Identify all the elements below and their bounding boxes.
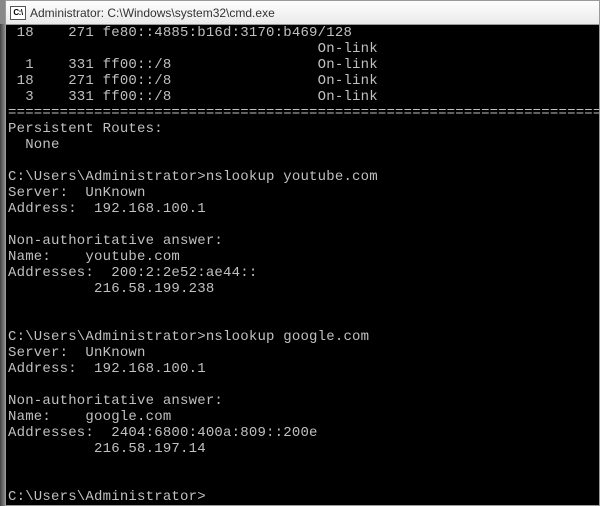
titlebar[interactable]: C:\ Administrator: C:\Windows\system32\c… [6, 1, 599, 25]
cmd-icon: C:\ [10, 6, 26, 20]
cmd-window: C:\ Administrator: C:\Windows\system32\c… [5, 0, 600, 506]
window-title: Administrator: C:\Windows\system32\cmd.e… [30, 6, 275, 20]
terminal-output[interactable]: 18 271 fe80::4885:b16d:3170:b469/128 On-… [6, 25, 599, 505]
